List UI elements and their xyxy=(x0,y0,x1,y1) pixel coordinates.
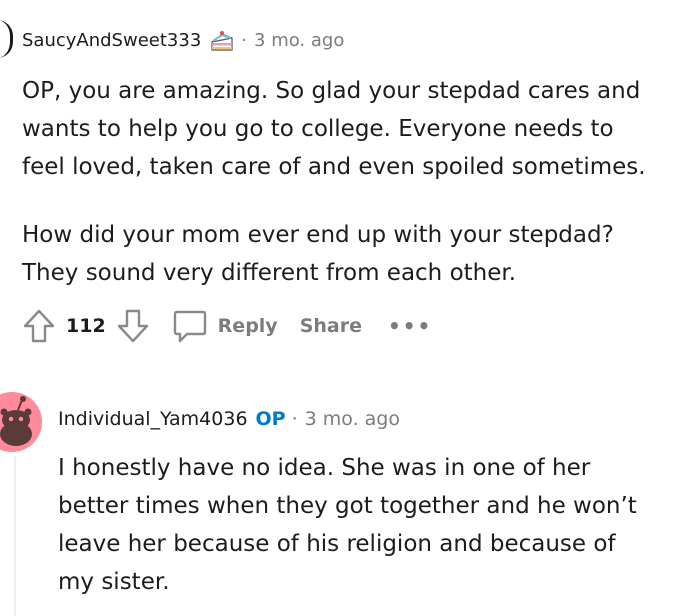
comment-paragraph: How did your mom ever end up with your s… xyxy=(22,222,614,286)
meta-separator: · xyxy=(241,30,248,51)
comment-paragraph: OP, you are amazing. So glad your stepda… xyxy=(22,78,646,180)
comment-timestamp[interactable]: 3 mo. ago xyxy=(305,406,400,432)
reply-button[interactable]: Reply xyxy=(172,308,278,344)
more-options-button[interactable]: ••• xyxy=(388,314,432,338)
comment-meta: Individual_Yam4036 OP · 3 mo. ago xyxy=(58,406,400,432)
upvote-icon[interactable] xyxy=(22,308,56,344)
avatar[interactable] xyxy=(0,20,13,58)
comment-author[interactable]: Individual_Yam4036 xyxy=(58,406,248,432)
snoo-avatar-icon[interactable] xyxy=(0,392,42,452)
comment-bubble-icon xyxy=(173,310,206,343)
cake-flair-icon xyxy=(211,31,233,51)
downvote-icon[interactable] xyxy=(116,308,150,344)
comment-timestamp[interactable]: 3 mo. ago xyxy=(254,28,344,54)
comment-paragraph: I honestly have no idea. She was in one … xyxy=(58,455,637,595)
share-button[interactable]: Share xyxy=(300,315,362,337)
comment-actions: 112 Reply Share ••• xyxy=(22,308,432,344)
vote-count: 112 xyxy=(66,315,106,337)
comment-meta: SaucyAndSweet333 · 3 mo. ago xyxy=(22,28,344,54)
thread-line[interactable] xyxy=(14,456,16,616)
reply-label: Reply xyxy=(217,315,278,337)
meta-separator: · xyxy=(291,408,298,430)
comment-author[interactable]: SaucyAndSweet333 xyxy=(22,28,201,54)
op-badge: OP xyxy=(255,408,286,430)
